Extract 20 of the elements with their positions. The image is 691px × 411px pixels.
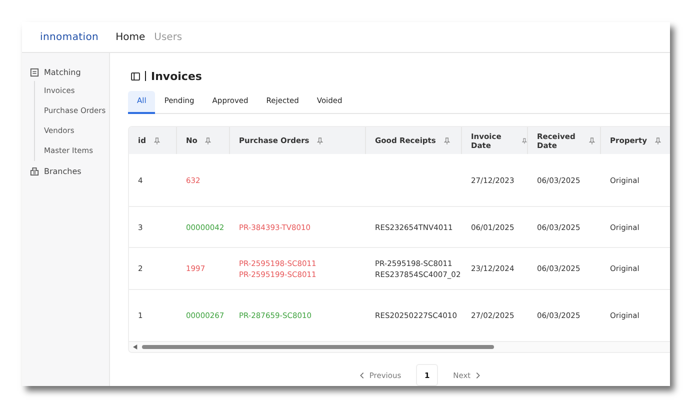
chevron-left-icon — [360, 372, 364, 378]
pin-icon[interactable] — [589, 136, 595, 144]
page-title: Invoices — [151, 70, 202, 82]
document-icon — [30, 68, 39, 76]
pin-icon[interactable] — [317, 136, 324, 144]
sidebar-item[interactable]: Matching — [22, 66, 109, 78]
pin-icon[interactable] — [444, 136, 450, 144]
pin-icon[interactable] — [205, 136, 212, 144]
nav-link[interactable]: Home — [116, 32, 146, 42]
title-divider — [145, 71, 146, 81]
scroll-left-icon[interactable] — [133, 344, 138, 350]
sidebar-item[interactable]: Branches — [22, 165, 109, 177]
logo: innomation — [40, 32, 99, 42]
pin-icon[interactable] — [154, 136, 160, 144]
building-icon — [30, 166, 39, 176]
pin-icon[interactable] — [654, 136, 661, 144]
chevron-right-icon — [476, 372, 480, 378]
sidebar-toggle-icon[interactable] — [131, 72, 140, 80]
scrollbar-thumb[interactable] — [142, 345, 494, 349]
pin-icon[interactable] — [522, 136, 527, 144]
